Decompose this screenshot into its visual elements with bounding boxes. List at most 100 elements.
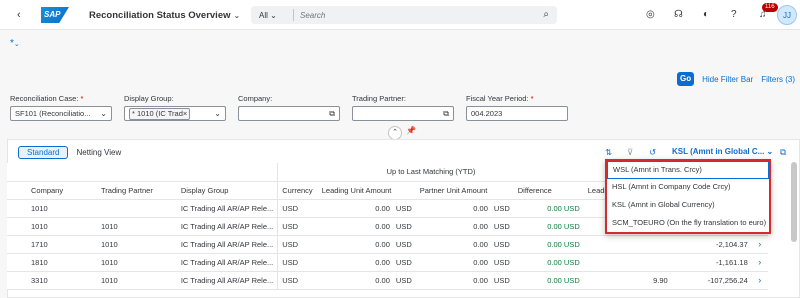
standard-view-button[interactable]: Standard (18, 146, 69, 159)
avatar[interactable]: JJ (777, 5, 797, 25)
cell-display-group: IC Trading All AR/AP Rele... (156, 271, 278, 290)
hide-filter-bar-button[interactable]: Hide Filter Bar (702, 75, 753, 84)
filter-label-fiscal-year-period: Fiscal Year Period: * (466, 94, 534, 103)
back-icon[interactable]: ‹ (17, 9, 21, 21)
value-help-icon[interactable]: ⧉ (329, 107, 335, 120)
display-group-token[interactable]: * 1010 (IC Trad× (129, 108, 191, 120)
display-group-input[interactable]: * 1010 (IC Trad× ⌄ (124, 106, 226, 121)
column-header-difference[interactable]: Difference (513, 181, 584, 200)
amount-value: 0.00 (375, 239, 390, 249)
pin-icon[interactable]: 📌 (406, 126, 416, 135)
fiscal-year-period-input[interactable]: 004.2023 (466, 106, 568, 121)
chevron-down-icon: ⌄ (233, 11, 241, 20)
cell-company: 1010 (7, 199, 77, 218)
value-help-icon[interactable]: ⧉ (443, 107, 449, 120)
chevron-down-icon: ⌄ (214, 109, 221, 118)
go-button[interactable]: Go (677, 72, 695, 86)
cell-display-group: IC Trading All AR/AP Rele... (156, 217, 278, 236)
table-row[interactable]: 1810 1010 IC Trading All AR/AP Rele... USD 0… (7, 253, 768, 272)
cell-leading-unit-amount: 0.00 USD (317, 199, 416, 218)
column-header-partner-unit-amount[interactable]: Partner Unit Amount (415, 181, 514, 200)
table-row[interactable]: 1710 1010 IC Trading All AR/AP Rele... USD 0… (7, 235, 768, 254)
cell-leading-extra: 9.90 -107,256.24 (583, 271, 752, 290)
cell-currency: USD (277, 235, 318, 254)
cell-trading-partner: 1010 (77, 271, 157, 290)
scrollbar[interactable] (791, 162, 797, 242)
column-header-trading-partner[interactable]: Trading Partner (77, 181, 157, 200)
cell-company: 1810 (7, 253, 77, 272)
currency-select[interactable]: KSL (Amnt in Global C... ⌄ (672, 147, 773, 156)
cell-trading-partner: 1010 (77, 253, 157, 272)
cell-leading-unit-amount: 0.00 USD (317, 217, 416, 236)
group-header-ytd: Up to Last Matching (YTD) (277, 163, 584, 182)
cell-leading-value: -107,256.24 (707, 275, 748, 285)
filter-icon[interactable]: ⊽ (627, 147, 633, 158)
close-icon[interactable]: × (183, 109, 187, 118)
amount-value: 0.00 (473, 239, 488, 249)
dropdown-option-wsl[interactable]: WSL (Amnt in Trans. Crcy) (607, 161, 769, 179)
help-icon[interactable]: ? (731, 9, 737, 20)
table-row[interactable]: 3310 1010 IC Trading All AR/AP Rele... USD 0… (7, 271, 768, 290)
headset-icon[interactable]: ☊ (674, 9, 683, 20)
row-navigation-icon[interactable]: › (751, 271, 768, 290)
reconciliation-case-select[interactable]: SF101 (Reconciliatio... ⌄ (10, 106, 112, 121)
amount-value: 0.00 (473, 203, 488, 213)
notification-badge: 116 (762, 3, 778, 12)
amount-currency: USD (395, 203, 412, 213)
cell-currency: USD (277, 217, 318, 236)
row-navigation-icon[interactable]: › (751, 253, 768, 272)
chevron-down-icon: ⌄ (270, 10, 277, 20)
search-scope-select[interactable]: All ⌄ (251, 11, 293, 20)
reset-icon[interactable]: ↺ (649, 147, 656, 158)
cell-currency: USD (277, 253, 318, 272)
cell-trading-partner (77, 199, 157, 218)
cell-leading-unit-amount: 0.00 USD (317, 271, 416, 290)
copilot-icon[interactable]: ◎ (646, 9, 655, 20)
search-icon[interactable]: ⌕ (543, 9, 549, 20)
column-header-company[interactable]: Company (7, 181, 77, 200)
cell-company: 3310 (7, 271, 77, 290)
cell-partner-unit-amount: 0.00 USD (415, 253, 514, 272)
cell-display-group: IC Trading All AR/AP Rele... (156, 235, 278, 254)
trading-partner-input[interactable]: ⧉ (352, 106, 454, 121)
amount-value: 0.00 (375, 275, 390, 285)
company-input[interactable]: ⧉ (238, 106, 340, 121)
amount-currency: USD (395, 275, 412, 285)
sap-logo[interactable]: SAP (41, 7, 69, 23)
cell-leading-extra: -1,161.18 (583, 253, 752, 272)
search-bar: All ⌄ ⌕ (251, 6, 557, 24)
dropdown-option-scm-toeuro[interactable]: SCM_TOEURO (On the fly translation to eu… (607, 215, 769, 233)
sort-icon[interactable]: ⇅ (605, 147, 612, 158)
netting-view-button[interactable]: Netting View (72, 147, 125, 158)
cell-leading-unit-amount: 0.00 USD (317, 253, 416, 272)
amount-currency: USD (493, 257, 510, 267)
amount-value: 0.00 (375, 257, 390, 267)
dropdown-option-ksl[interactable]: KSL (Amnt in Global Currency) (607, 197, 769, 215)
cell-display-group: IC Trading All AR/AP Rele... (156, 199, 278, 218)
cell-partner-unit-amount: 0.00 USD (415, 271, 514, 290)
column-header-leading-unit-amount[interactable]: Leading Unit Amount (317, 181, 416, 200)
cell-trading-partner: 1010 (77, 235, 157, 254)
settings-icon[interactable]: ⧉ (780, 147, 786, 158)
cell-company: 1710 (7, 235, 77, 254)
app-title[interactable]: Reconciliation Status Overview ⌄ (89, 10, 240, 21)
amount-currency: USD (395, 221, 412, 231)
amount-currency: USD (493, 275, 510, 285)
filter-label-company: Company: (238, 94, 273, 103)
theme-icon[interactable]: ◐ (703, 9, 709, 20)
row-navigation-icon[interactable]: › (751, 235, 768, 254)
cell-leading-unit-amount: 0.00 USD (317, 235, 416, 254)
chevron-down-icon: ⌄ (766, 147, 774, 156)
cell-difference: 0.00 USD (513, 199, 584, 218)
dropdown-option-hsl[interactable]: HSL (Amnt in Company Code Crcy) (607, 179, 769, 197)
variant-selector[interactable]: *⌄ (10, 38, 20, 49)
filter-label-trading-partner: Trading Partner: (352, 94, 406, 103)
column-header-display-group[interactable]: Display Group (156, 181, 278, 200)
currency-dropdown-list: WSL (Amnt in Trans. Crcy) HSL (Amnt in C… (605, 159, 771, 234)
search-input[interactable] (294, 10, 524, 20)
collapse-header-button[interactable]: ⌃ (388, 126, 402, 140)
filters-button[interactable]: Filters (3) (761, 75, 795, 84)
column-header-currency[interactable]: Currency (277, 181, 318, 200)
amount-value: 0.00 (473, 275, 488, 285)
chevron-down-icon: ⌄ (13, 41, 20, 48)
